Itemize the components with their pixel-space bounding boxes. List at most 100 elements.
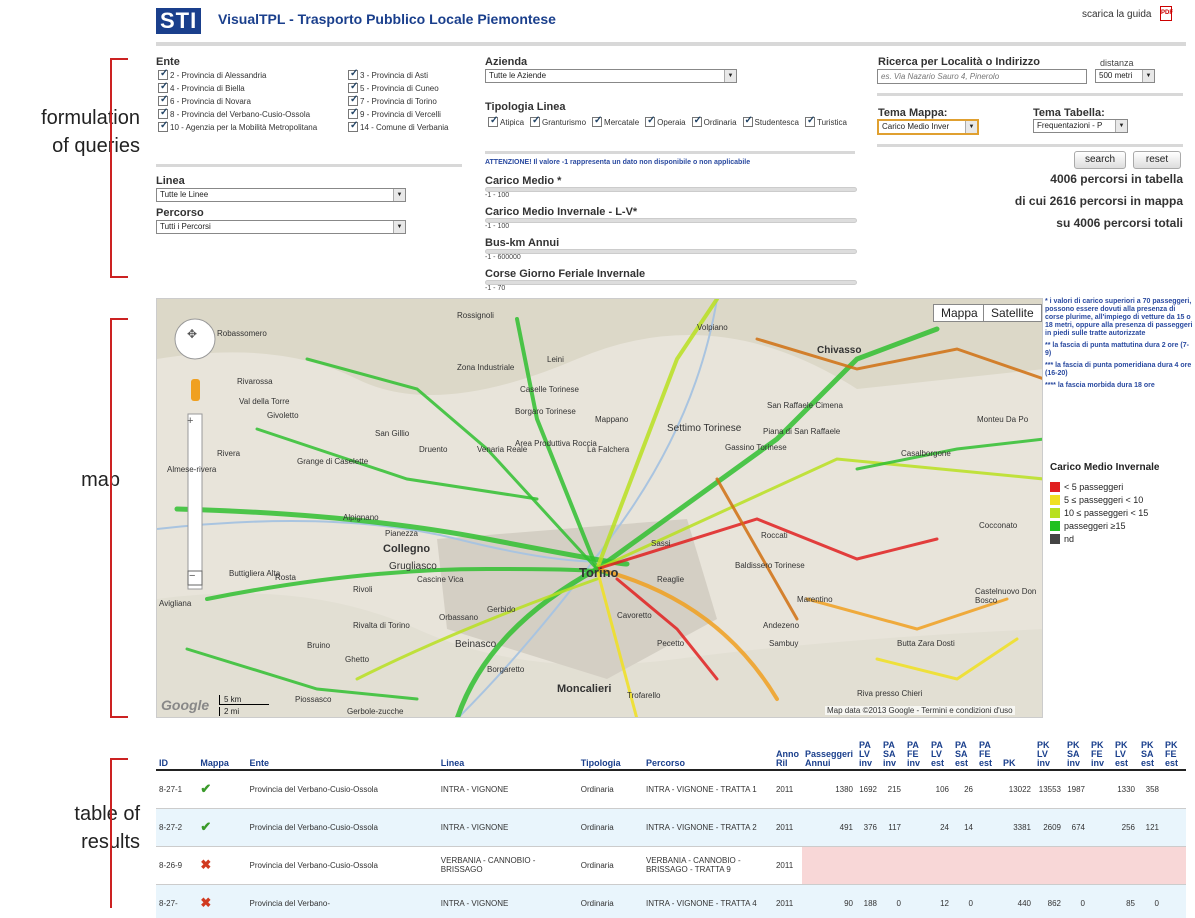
tema-tabella-select[interactable]: Frequentazioni - P ▼ (1033, 119, 1128, 133)
column-header[interactable]: Passeggeri Annui (801, 740, 856, 771)
column-header[interactable]: Ente (246, 740, 438, 771)
annotation-map: map (81, 469, 120, 491)
map-attribution[interactable]: Map data ©2013 Google - Termini e condiz… (825, 706, 1015, 715)
column-header[interactable]: PA LV est (928, 740, 952, 771)
search-button[interactable]: search (1074, 151, 1126, 169)
place-label: Roccati (761, 531, 788, 540)
cell-value: 1330 (1112, 770, 1138, 809)
cell-value: 85 (1112, 884, 1138, 918)
column-header[interactable]: PA LV inv (856, 740, 880, 771)
cell-linea: VERBANIA - CANNOBIO - BRISSAGO (437, 846, 578, 885)
table-row[interactable]: 8-27-2 ✔ Provincia del Verbano-Cusio-Oss… (156, 808, 1186, 847)
place-label: Butta Zara Dosti (897, 639, 955, 648)
cell-value: 3381 (1000, 808, 1034, 847)
location-search-input[interactable] (877, 69, 1087, 84)
place-label: Reaglie (657, 575, 685, 584)
place-label: Borgaretto (487, 665, 525, 674)
cell-value: 0 (880, 884, 904, 918)
tipologia-checkbox[interactable]: Granturismo (530, 115, 586, 127)
column-header[interactable]: PK (1000, 740, 1034, 771)
distanza-label: distanza (1100, 58, 1134, 68)
ente-checkbox[interactable]: 6 - Provincia di Novara (158, 94, 348, 106)
column-header[interactable]: PK LV est (1112, 740, 1138, 771)
column-header[interactable]: Linea (437, 740, 578, 771)
cell-id: 8-26-9 (156, 846, 198, 885)
legend-title: Carico Medio Invernale (1050, 462, 1160, 473)
tipologia-checkbox-group: Atipica Granturismo Mercatale Operaia Or… (488, 115, 858, 127)
cell-value: 0 (1064, 884, 1088, 918)
ente-checkbox[interactable]: 2 - Provincia di Alessandria (158, 68, 348, 80)
table-row[interactable]: 8-26-9 ✖ Provincia del Verbano-Cusio-Oss… (156, 846, 1186, 885)
linea-label: Linea (156, 175, 185, 187)
column-header[interactable]: Tipologia (577, 740, 643, 771)
distance-select[interactable]: 500 metri ▼ (1095, 69, 1155, 83)
place-label: Gerbole-zucche (347, 707, 404, 716)
column-header[interactable]: Anno Ril (772, 740, 802, 771)
tipologia-checkbox[interactable]: Studentesca (742, 115, 799, 127)
column-header[interactable]: PK LV inv (1034, 740, 1064, 771)
ente-label: Ente (156, 56, 180, 68)
percorso-select[interactable]: Tutti i Percorsi ▼ (156, 220, 406, 234)
column-header[interactable]: Mappa (197, 740, 247, 771)
place-label: Bruino (307, 641, 331, 650)
column-header[interactable]: PK SA inv (1064, 740, 1088, 771)
place-label: Volpiano (697, 323, 728, 332)
tipologia-checkbox[interactable]: Turistica (805, 115, 847, 127)
linea-select[interactable]: Tutte le Linee ▼ (156, 188, 406, 202)
table-row[interactable]: 8-27-1 ✔ Provincia del Verbano-Cusio-Oss… (156, 770, 1186, 809)
place-label: Moncalieri (557, 683, 612, 695)
azienda-select[interactable]: Tutte le Aziende ▼ (485, 69, 737, 83)
ente-checkbox[interactable]: 4 - Provincia di Biella (158, 81, 348, 93)
column-header[interactable]: PA FE inv (904, 740, 928, 771)
cell-value (952, 846, 976, 885)
cell-value (1162, 770, 1186, 809)
cell-id: 8-27-2 (156, 808, 198, 847)
tipologia-checkbox[interactable]: Operaia (645, 115, 686, 127)
chevron-down-icon: ▼ (393, 189, 405, 201)
ente-checkbox[interactable]: 3 - Provincia di Asti (348, 68, 468, 80)
results-table: ID Mappa Ente Linea Tipologia Percorso A… (156, 740, 1186, 918)
ente-checkbox[interactable]: 7 - Provincia di Torino (348, 94, 468, 106)
map-canvas[interactable]: ✥ + − Mappa Satellite Rossignoli Robasso… (156, 298, 1043, 718)
place-label: Trofarello (627, 691, 661, 700)
place-label: San Gillio (375, 429, 410, 438)
map-status-check-icon[interactable]: ✔ (197, 770, 247, 809)
ente-checkbox[interactable]: 9 - Provincia di Vercelli (348, 107, 468, 119)
column-header[interactable]: PK FE est (1162, 740, 1186, 771)
place-label: Robassomero (217, 329, 267, 338)
column-header[interactable]: PA SA inv (880, 740, 904, 771)
reset-button[interactable]: reset (1133, 151, 1181, 169)
pdf-icon[interactable]: PDF (1160, 6, 1173, 21)
column-header[interactable]: ID (156, 740, 198, 771)
cell-value (856, 846, 880, 885)
table-row[interactable]: 8-27- ✖ Provincia del Verbano- INTRA - V… (156, 884, 1186, 918)
tipologia-checkbox[interactable]: Mercatale (592, 115, 639, 127)
divider (156, 164, 462, 167)
map-status-check-icon[interactable]: ✔ (197, 808, 247, 847)
ente-checkbox[interactable]: 8 - Provincia del Verbano-Cusio-Ossola (158, 107, 348, 119)
download-guide-link[interactable]: scarica la guida (1082, 9, 1151, 20)
tema-mappa-select[interactable]: Carico Medio Inver ▼ (877, 119, 979, 135)
ente-checkbox[interactable]: 5 - Provincia di Cuneo (348, 81, 468, 93)
column-header[interactable]: PA FE est (976, 740, 1000, 771)
ente-checkbox[interactable]: 14 - Comune di Verbania (348, 120, 468, 132)
cell-value: 215 (880, 770, 904, 809)
note: ** la fascia di punta mattutina dura 2 o… (1045, 342, 1189, 357)
column-header[interactable]: PK SA est (1138, 740, 1162, 771)
tipologia-checkbox[interactable]: Atipica (488, 115, 524, 127)
map-status-cross-icon[interactable]: ✖ (197, 846, 247, 885)
map-legend: < 5 passeggeri 5 ≤ passeggeri < 10 10 ≤ … (1050, 480, 1148, 545)
legend-swatch (1050, 507, 1060, 518)
column-header[interactable]: PA SA est (952, 740, 976, 771)
tema-tabella-label: Tema Tabella: (1033, 107, 1105, 119)
cell-value: 106 (928, 770, 952, 809)
tipologia-checkbox[interactable]: Ordinaria (691, 115, 737, 127)
ente-checkbox[interactable]: 10 - Agenzia per la Mobilità Metropolita… (158, 120, 348, 132)
cell-value (976, 884, 1000, 918)
place-label: Cascine Vica (417, 575, 464, 584)
cell-value: 14 (952, 808, 976, 847)
map-status-cross-icon[interactable]: ✖ (197, 884, 247, 918)
column-header[interactable]: Percorso (642, 740, 773, 771)
cell-value: 1692 (856, 770, 880, 809)
column-header[interactable]: PK FE inv (1088, 740, 1112, 771)
